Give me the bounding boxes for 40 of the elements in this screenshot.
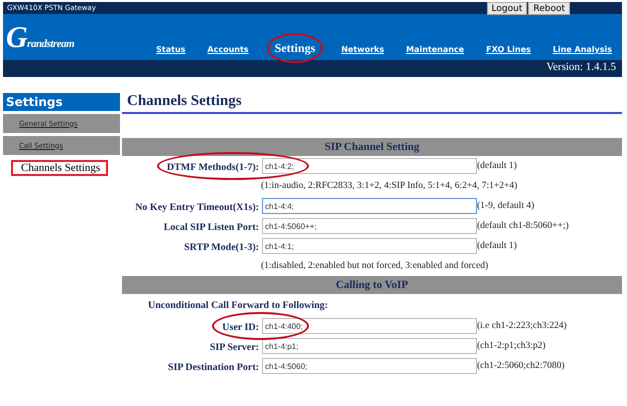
field-note: (1-9, default 4) <box>477 201 534 211</box>
field-label: DTMF Methods(1-7): <box>166 162 259 173</box>
header-button[interactable]: Reboot <box>528 2 570 15</box>
nav-link[interactable]: Accounts <box>207 45 249 54</box>
nav-link[interactable]: Maintenance <box>406 45 464 54</box>
input-field[interactable]: ch1-4:p1; <box>262 338 477 354</box>
hint-text: (1:disabled, 2:enabled but not forced, 3:enabled and forced) <box>261 261 488 271</box>
sidebar-title: Settings <box>3 93 120 111</box>
field-label: Local SIP Listen Port: <box>164 222 259 233</box>
field-note: (default 1) <box>477 241 517 251</box>
header-button[interactable]: Logout <box>486 2 528 15</box>
field-note: (i.e ch1-2:223;ch3:224) <box>477 321 567 331</box>
field-label: SIP Destination Port: <box>168 362 259 373</box>
field-label: SRTP Mode(1-3): <box>184 242 259 253</box>
nav-link[interactable]: Networks <box>341 45 384 54</box>
nav-link[interactable]: Settings <box>274 41 316 56</box>
section-header: SIP Channel Setting <box>122 138 622 156</box>
field-label: SIP Server: <box>210 342 259 353</box>
field-note: (default 1) <box>477 161 517 171</box>
input-field[interactable]: ch1-4:4; <box>262 198 477 214</box>
input-field[interactable]: ch1-4:2; <box>262 158 477 174</box>
subheading: Unconditional Call Forward to Following: <box>148 300 328 310</box>
input-field[interactable]: ch1-4:5060; <box>262 358 477 374</box>
input-field[interactable]: ch1-4:5060++; <box>262 218 477 234</box>
version-text: Version: 1.4.1.5 <box>546 60 617 75</box>
input-field[interactable]: ch1-4:400; <box>262 318 477 334</box>
sidebar-item[interactable]: Channels Settings <box>11 160 108 176</box>
input-field[interactable]: ch1-4:1; <box>262 238 477 254</box>
field-note: (ch1-2:5060;ch2:7080) <box>477 361 565 371</box>
nav-link[interactable]: FXO Lines <box>486 45 531 54</box>
field-note: (default ch1-8:5060++;) <box>477 221 569 231</box>
nav-link[interactable]: Status <box>156 45 186 54</box>
field-note: (ch1-2:p1;ch3:p2) <box>477 341 546 351</box>
field-label: User ID: <box>222 322 259 333</box>
nav-link[interactable]: Line Analysis <box>552 45 612 54</box>
hint-text: (1:in-audio, 2:RFC2833, 3:1+2, 4:SIP Info, 5:1+4, 6:2+4, 7:1+2+4) <box>261 181 518 191</box>
page-title: Channels Settings <box>122 93 622 114</box>
field-label: No Key Entry Timeout(X1s): <box>135 202 259 213</box>
section-header: Calling to VoIP <box>122 276 622 294</box>
logo: Grandstream <box>6 21 74 55</box>
